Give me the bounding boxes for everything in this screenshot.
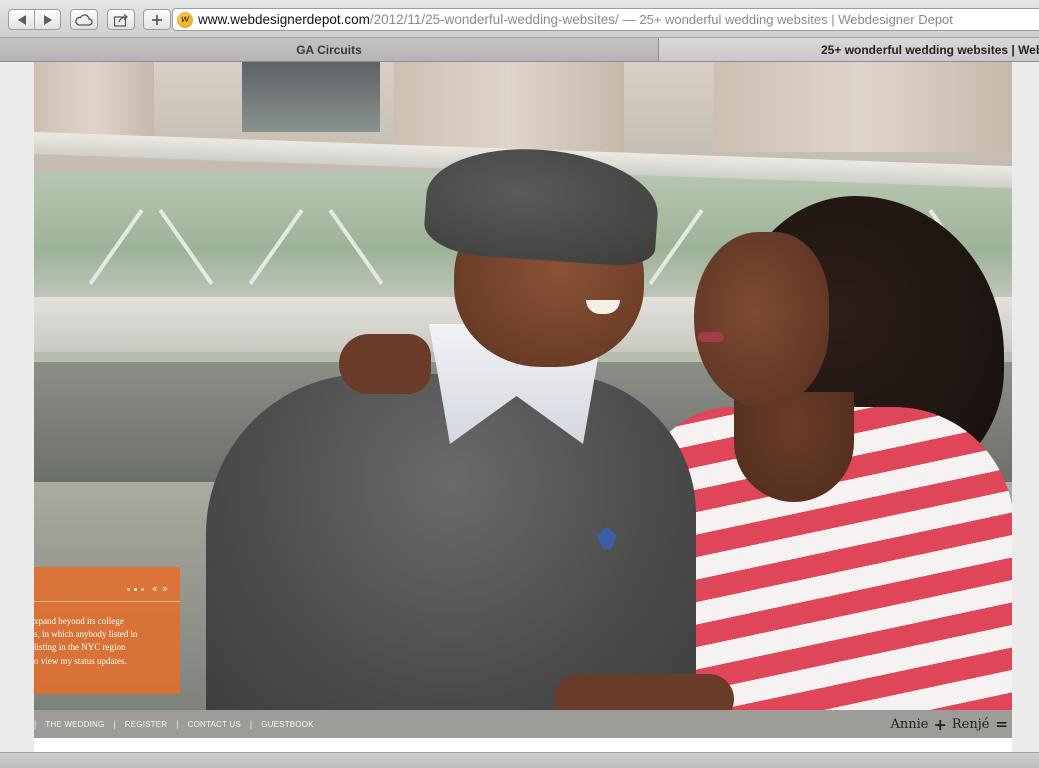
back-forward-group <box>8 9 61 30</box>
tab-ga-circuits[interactable]: GA Circuits <box>0 38 659 61</box>
nav-separator: | <box>176 719 179 729</box>
pager-dot[interactable] <box>140 588 144 591</box>
building-column <box>714 62 1012 152</box>
url-host: www.webdesignerdepot.com <box>198 12 370 27</box>
pager-dot[interactable] <box>133 588 137 591</box>
widget-line: s, in which anybody listed in <box>34 629 138 640</box>
cloud-icon <box>75 13 93 26</box>
pager-dot[interactable] <box>126 588 130 591</box>
back-button[interactable] <box>9 10 34 29</box>
ring-hand <box>554 674 734 710</box>
browser-toolbar: w www.webdesignerdepot.com /2012/11/25-w… <box>0 0 1039 38</box>
widget-line: listing in the NYC region <box>34 642 126 653</box>
hero-photo <box>34 62 1012 710</box>
share-icon <box>113 13 129 27</box>
woman-hand <box>339 334 431 394</box>
building-window <box>242 62 380 132</box>
site-nav: | THE WEDDING | REGISTER | CONTACT US | … <box>34 710 1012 738</box>
site-favicon-icon: w <box>177 11 193 28</box>
forward-arrow-icon <box>43 14 52 25</box>
address-bar[interactable]: w www.webdesignerdepot.com /2012/11/25-w… <box>172 8 1039 31</box>
next-arrow-icon[interactable]: » <box>162 584 168 595</box>
nav-links: | THE WEDDING | REGISTER | CONTACT US | … <box>34 710 314 738</box>
nav-separator: | <box>249 719 253 729</box>
tab-wedding-websites[interactable]: 25+ wonderful wedding websites | Webdesi… <box>659 38 1039 61</box>
logo-name-1: Annie <box>890 716 929 732</box>
page-viewport: « » xpand beyond its college s, in which… <box>0 62 1039 752</box>
menu-icon[interactable]: = <box>995 715 1008 733</box>
site-logo[interactable]: Annie + Renjé = <box>890 712 1008 736</box>
browser-status-bar <box>0 752 1039 768</box>
forward-button[interactable] <box>34 10 60 29</box>
page-footer-strip <box>34 738 1012 752</box>
url-path: /2012/11/25-wonderful-wedding-websites/ <box>369 12 619 27</box>
widget-line: xpand beyond its college <box>34 616 124 626</box>
nav-contact-us[interactable]: CONTACT US <box>188 720 241 729</box>
tab-label: GA Circuits <box>296 42 362 57</box>
widget-controls: « » <box>126 584 168 595</box>
tab-label: 25+ wonderful wedding websites | Webdesi… <box>821 42 1039 57</box>
nav-separator: | <box>34 719 37 729</box>
nav-the-wedding[interactable]: THE WEDDING <box>45 720 104 729</box>
new-tab-button[interactable] <box>143 9 171 30</box>
logo-name-2: Renjé <box>951 716 990 732</box>
logo-plus: + <box>933 714 947 734</box>
status-widget: « » xpand beyond its college s, in which… <box>34 567 180 694</box>
nav-separator: | <box>113 719 116 729</box>
nav-guestbook[interactable]: GUESTBOOK <box>261 720 313 729</box>
share-button[interactable] <box>107 9 135 30</box>
wedding-site: « » xpand beyond its college s, in which… <box>34 62 1012 752</box>
building-column <box>394 62 624 152</box>
nav-register[interactable]: REGISTER <box>125 720 168 729</box>
widget-line: o view my status updates. <box>34 655 127 666</box>
back-arrow-icon <box>17 14 26 25</box>
woman-lips <box>698 332 724 342</box>
url-page-title: — 25+ wonderful wedding websites | Webde… <box>622 12 953 27</box>
tab-bar: GA Circuits 25+ wonderful wedding websit… <box>0 38 1039 62</box>
plus-icon <box>152 14 162 25</box>
prev-arrow-icon[interactable]: « <box>152 584 158 595</box>
widget-divider <box>34 601 180 602</box>
widget-text: xpand beyond its college s, in which any… <box>34 615 180 668</box>
icloud-tabs-button[interactable] <box>70 9 98 30</box>
woman-face <box>694 232 829 407</box>
